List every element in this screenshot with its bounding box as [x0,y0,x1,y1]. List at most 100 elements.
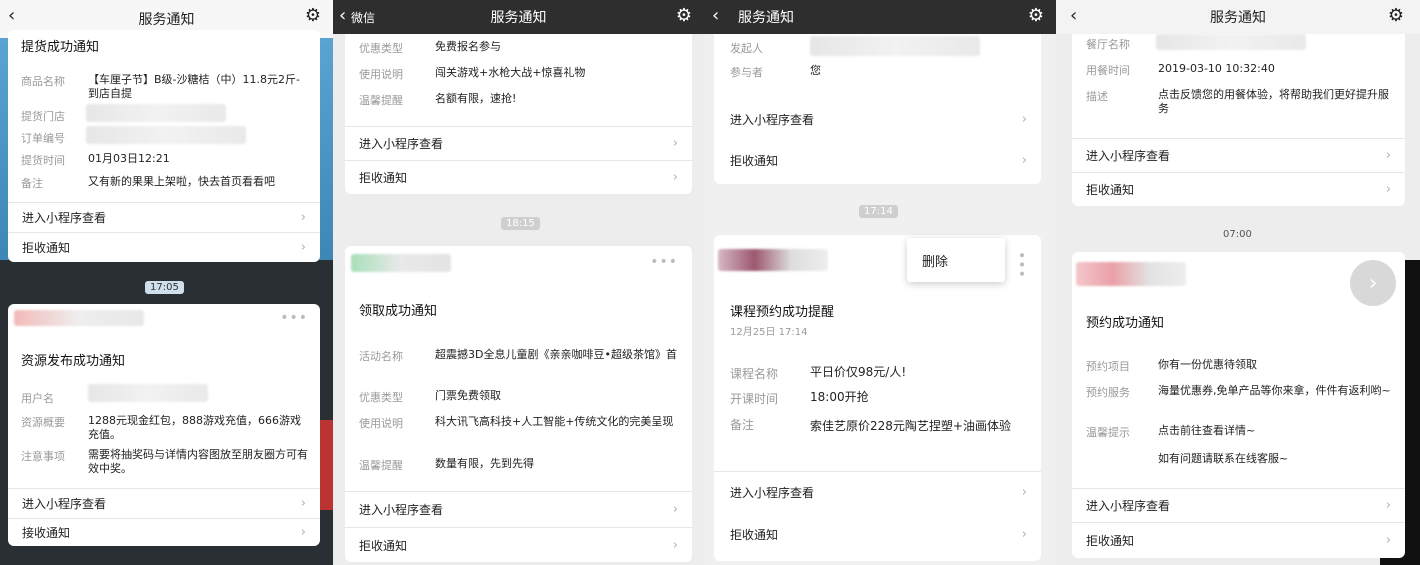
timestamp: 17:05 [145,281,184,294]
field-label: 使用说明 [359,417,403,430]
field-label: 提货时间 [21,154,65,167]
field-label: 参与者 [730,66,763,79]
open-miniprogram-link[interactable]: 进入小程序查看 › [714,98,1041,140]
back-label[interactable]: 微信 [351,9,375,26]
timestamp: 17:14 [859,205,898,218]
open-miniprogram-link[interactable]: 进入小程序查看 › [345,491,692,527]
notification-card-course: ••• 课程预约成功提醒 12月25日 17:14 课程名称 平日价仅98元/人… [714,235,1041,561]
reject-notification-link[interactable]: 拒收通知 › [1072,172,1405,206]
more-dots-icon[interactable]: ••• [1013,251,1029,279]
field-label: 备注 [730,418,755,432]
gear-icon[interactable]: ⚙ [305,6,321,26]
more-dots-icon[interactable]: ••• [650,254,678,270]
field-label: 订单编号 [21,132,65,145]
gear-icon[interactable]: ⚙ [676,6,692,26]
open-miniprogram-link[interactable]: 进入小程序查看 › [1072,488,1405,522]
link-label: 进入小程序查看 [1086,149,1171,163]
back-chevron-left-icon[interactable]: ‹ [339,6,346,26]
field-label: 描述 [1086,90,1108,103]
link-label: 接收通知 [22,526,71,540]
panel-3: ‹ 服务通知 ⚙ 发起人 参与者 您 进入小程序查看 › 拒收通知 › 17:14 … [704,0,1056,565]
field-label: 商品名称 [21,75,65,88]
open-miniprogram-link[interactable]: 进入小程序查看 › [345,126,692,160]
redacted-value [810,36,980,56]
field-value: 点击前往查看详情~ [1158,424,1256,437]
field-label: 用餐时间 [1086,64,1130,77]
card-title: 领取成功通知 [359,304,438,319]
open-miniprogram-link[interactable]: 进入小程序查看 › [1072,138,1405,172]
field-label: 提货门店 [21,110,65,123]
link-label: 拒收通知 [1086,534,1135,548]
nav-bar: ‹ 服务通知 ⚙ [1056,0,1420,34]
field-label: 开课时间 [730,392,779,406]
field-value: 又有新的果果上架啦，快去首页看看吧 [88,175,275,188]
link-label: 进入小程序查看 [22,497,107,511]
redacted-value [88,384,208,402]
reject-notification-link[interactable]: 拒收通知 › [8,232,320,262]
chevron-right-icon: › [300,240,306,255]
open-miniprogram-link[interactable]: 进入小程序查看 › [714,471,1041,513]
panel-2: ‹ 微信 服务通知 ⚙ 优惠类型 免费报名参与 使用说明 闯关游戏+水枪大战+惊… [333,0,704,565]
chevron-right-icon: › [1385,148,1391,163]
link-label: 进入小程序查看 [359,137,444,151]
field-value: 18:00开抢 [810,390,869,404]
chevron-right-icon: › [300,525,306,540]
open-miniprogram-link[interactable]: 进入小程序查看 › [8,488,320,518]
field-value: 你有一份优惠待领取 [1158,358,1257,371]
nav-bar: ‹ 服务通知 ⚙ [704,0,1056,34]
delete-popup-menu[interactable]: 删除 [907,238,1005,282]
chevron-right-icon: › [1021,485,1027,500]
back-chevron-left-icon[interactable]: ‹ [1070,6,1077,26]
redacted-sender [1076,262,1186,286]
link-label: 拒收通知 [359,538,408,553]
notification-card-top: 优惠类型 免费报名参与 使用说明 闯关游戏+水枪大战+惊喜礼物 温馨提醒 名额有… [345,34,692,194]
chevron-right-icon: › [300,496,306,511]
field-value: 01月03日12:21 [88,152,170,165]
field-value: 点击反馈您的用餐体验，将帮助我们更好提升服务 [1158,88,1389,115]
notification-card-resource: ••• 资源发布成功通知 用户名 资源概要 1288元现金红包，888游戏充值，… [8,304,320,546]
panel-4: ‹ 服务通知 ⚙ 餐厅名称 用餐时间 2019-03-10 10:32:40 描… [1056,0,1420,565]
field-value: 1288元现金红包，888游戏充值，666游戏充值。 [88,414,301,441]
gear-icon[interactable]: ⚙ [1388,6,1404,26]
reject-notification-link[interactable]: 拒收通知 › [1072,522,1405,558]
reject-notification-link[interactable]: 拒收通知 › [345,160,692,194]
field-label: 注意事项 [21,450,65,463]
more-dots-icon[interactable]: ••• [280,310,308,326]
card-title: 预约成功通知 [1086,316,1165,331]
link-label: 拒收通知 [22,241,71,255]
link-label: 进入小程序查看 [1086,499,1171,513]
chevron-right-icon: › [1021,152,1027,168]
gear-icon[interactable]: ⚙ [1028,6,1044,26]
chevron-right-icon: › [1385,182,1391,197]
nav-title: 服务通知 [1210,10,1266,26]
back-chevron-left-icon[interactable]: ‹ [8,6,15,26]
chevron-right-icon: › [1021,111,1027,127]
reject-notification-link[interactable]: 拒收通知 › [714,140,1041,180]
field-value: 免费报名参与 [435,40,501,53]
timestamp: 07:00 [1223,229,1252,240]
field-label: 课程名称 [730,367,779,381]
nav-title: 服务通知 [138,12,195,28]
field-value: 海量优惠券,免单产品等你来拿，件件有返利哟~ [1158,384,1391,397]
reject-notification-link[interactable]: 拒收通知 › [714,513,1041,555]
link-label: 进入小程序查看 [730,486,815,500]
accept-notification-link[interactable]: 接收通知 › [8,518,320,546]
chevron-right-icon: › [1021,526,1027,542]
field-label: 用户名 [21,392,54,405]
chevron-right-icon: › [1385,533,1391,548]
open-miniprogram-link[interactable]: 进入小程序查看 › [8,202,320,232]
chevron-right-icon: › [672,537,678,553]
chevron-right-icon: › [1385,498,1391,513]
timestamp: 18:15 [501,217,540,230]
field-value: 平日价仅98元/人! [810,365,907,379]
panel-1: ‹ 服务通知 ⚙ 提货成功通知 商品名称 【车厘子节】B级-沙糖桔（中）11.8… [0,0,333,565]
chevron-right-icon: › [672,136,678,151]
field-label: 预约服务 [1086,386,1130,399]
reject-notification-link[interactable]: 拒收通知 › [345,527,692,562]
back-chevron-left-icon[interactable]: ‹ [712,6,719,26]
floating-chevron-right-icon[interactable]: › [1350,260,1396,306]
field-value: 数量有限，先到先得 [435,457,534,470]
delete-option[interactable]: 删除 [922,251,948,270]
field-value: 闯关游戏+水枪大战+惊喜礼物 [435,66,586,79]
chevron-right-icon: › [672,170,678,185]
